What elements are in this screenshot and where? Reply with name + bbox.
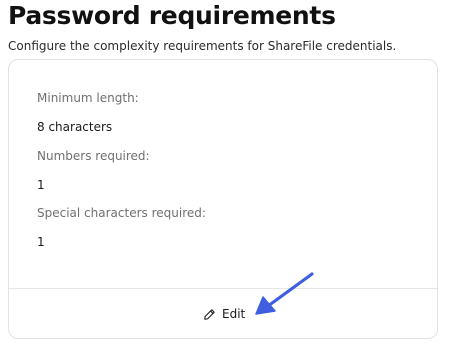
minimum-length-label: Minimum length: [37, 91, 139, 105]
password-requirements-card: Minimum length: 8 characters Numbers req… [8, 59, 438, 339]
annotation-arrow-icon [255, 272, 314, 315]
numbers-required-label: Numbers required: [37, 149, 150, 163]
pencil-icon [203, 308, 216, 321]
edit-button-label: Edit [222, 307, 246, 321]
page-subtitle: Configure the complexity requirements fo… [8, 39, 397, 53]
edit-button[interactable]: Edit [199, 303, 249, 325]
minimum-length-value: 8 characters [37, 120, 113, 134]
card-divider [9, 288, 437, 289]
page-title: Password requirements [8, 1, 336, 30]
numbers-required-value: 1 [37, 178, 45, 192]
special-characters-required-label: Special characters required: [37, 206, 206, 220]
special-characters-required-value: 1 [37, 235, 45, 249]
